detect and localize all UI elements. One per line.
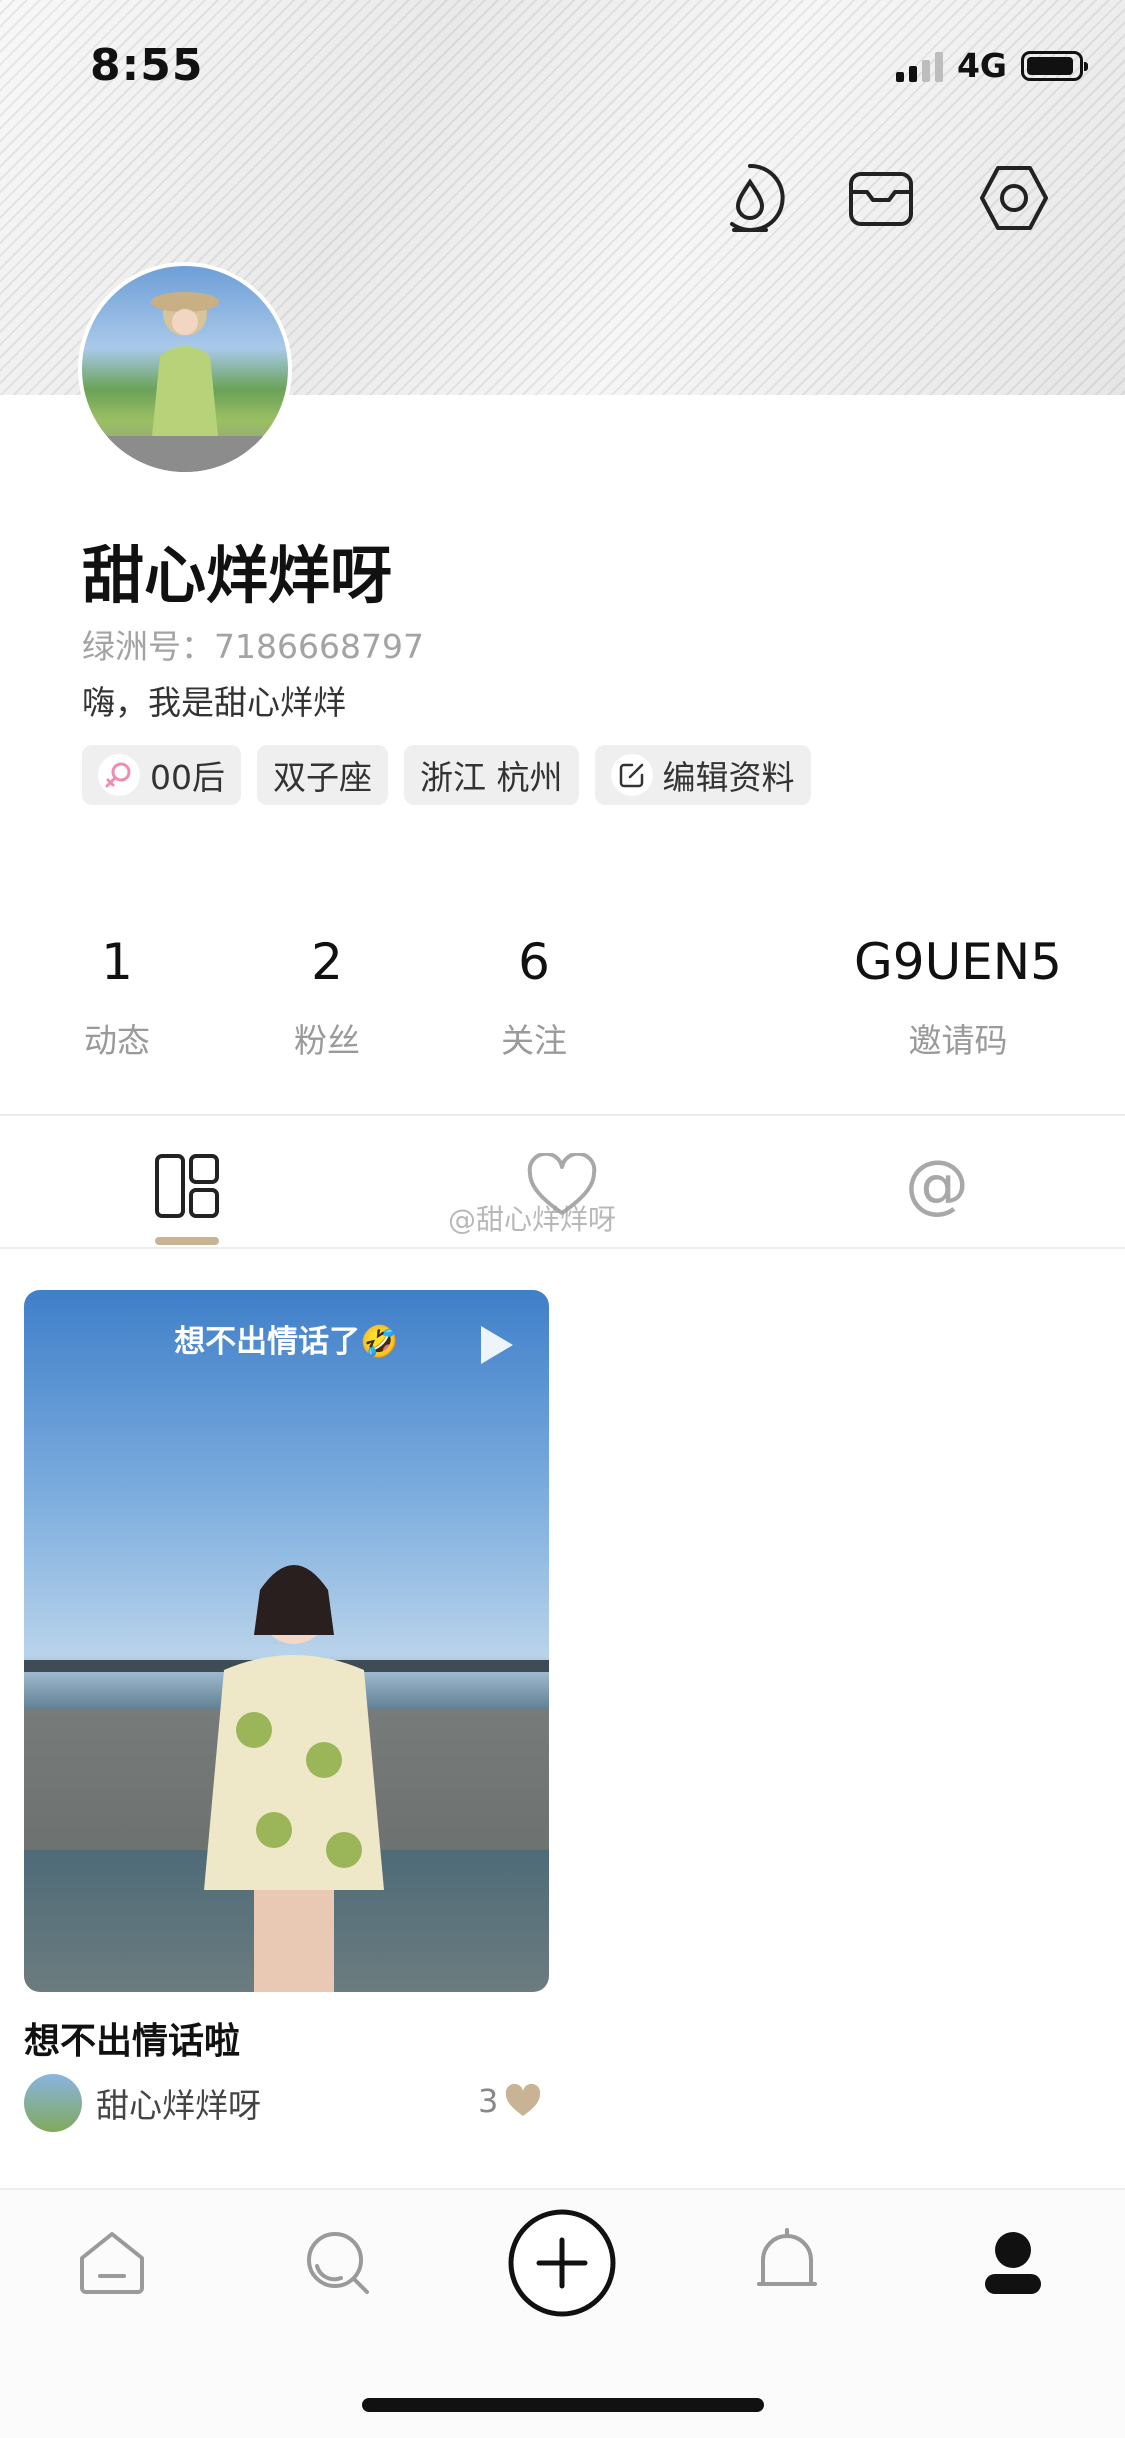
stat-following[interactable]: 6 关注	[479, 932, 589, 1062]
post-like[interactable]: 3	[478, 2082, 542, 2120]
oasis-id: 绿洲号：7186668797	[82, 627, 424, 666]
invite-code[interactable]: G9UEN5 邀请码	[818, 932, 1098, 1062]
nav-profile-icon[interactable]	[973, 2222, 1053, 2302]
post-title[interactable]: 想不出情话啦	[24, 2012, 240, 2064]
nav-home-icon[interactable]	[72, 2222, 152, 2302]
network-label: 4G	[956, 46, 1007, 85]
stat-followers-label: 粉丝	[294, 1021, 360, 1060]
stat-followers[interactable]: 2 粉丝	[272, 932, 382, 1062]
battery-icon	[1021, 50, 1088, 81]
edit-profile-label: 编辑资料	[662, 758, 795, 797]
post-caption: 想不出情话了🤣	[174, 1324, 399, 1360]
status-indicators: 4G	[895, 46, 1088, 85]
stat-followers-value: 2	[311, 933, 343, 991]
drop-icon[interactable]	[712, 160, 788, 236]
tag-zodiac-label: 双子座	[273, 758, 372, 797]
invite-code-label: 邀请码	[908, 1021, 1008, 1060]
tab-mentions-at-icon[interactable]: @	[901, 1150, 973, 1222]
profile-bio: 嗨，我是甜心烊烊	[82, 683, 346, 722]
post-thumbnail[interactable]: 想不出情话了🤣	[24, 1290, 549, 1992]
tag-age-label: 00后	[150, 758, 225, 797]
stat-posts-value: 1	[101, 933, 133, 991]
tab-active-indicator	[155, 1237, 219, 1245]
inbox-icon[interactable]	[843, 160, 919, 236]
weibo-watermark: @甜心烊烊呀	[448, 1203, 617, 1236]
post-author[interactable]: 甜心烊烊呀	[24, 2074, 261, 2132]
nav-discover-icon[interactable]	[297, 2222, 377, 2302]
home-indicator	[362, 2398, 764, 2412]
author-name: 甜心烊烊呀	[96, 2086, 261, 2125]
divider	[0, 1114, 1125, 1116]
settings-icon[interactable]	[976, 160, 1052, 236]
tag-location: 浙江 杭州	[404, 745, 579, 805]
profile-name: 甜心烊烊呀	[82, 539, 393, 612]
like-count: 3	[478, 2082, 499, 2120]
tag-zodiac: 双子座	[257, 745, 388, 805]
tag-location-label: 浙江 杭州	[420, 758, 563, 797]
invite-code-value: G9UEN5	[854, 933, 1062, 991]
signal-icon	[895, 50, 943, 82]
profile-avatar[interactable]	[78, 262, 292, 476]
heart-filled-icon	[506, 2084, 541, 2116]
tag-age: 00后	[82, 745, 241, 805]
status-time: 8:55	[90, 40, 204, 91]
stat-posts[interactable]: 1 动态	[62, 932, 172, 1062]
stat-following-label: 关注	[501, 1021, 567, 1060]
author-avatar	[24, 2074, 82, 2132]
tab-posts-grid-icon[interactable]	[151, 1150, 223, 1222]
profile-tags: 00后 双子座 浙江 杭州 编辑资料	[82, 745, 811, 805]
plus-circle-icon	[508, 2209, 616, 2317]
svg-text:@: @	[905, 1150, 969, 1222]
play-icon	[477, 1322, 517, 1372]
stat-posts-label: 动态	[84, 1021, 150, 1060]
nav-notifications-icon[interactable]	[747, 2222, 827, 2302]
divider	[0, 1247, 1125, 1249]
nav-create-button[interactable]	[506, 2207, 618, 2319]
female-icon	[98, 754, 140, 796]
edit-profile-button[interactable]: 编辑资料	[594, 745, 811, 805]
stat-following-value: 6	[518, 933, 550, 991]
edit-icon	[610, 754, 653, 796]
